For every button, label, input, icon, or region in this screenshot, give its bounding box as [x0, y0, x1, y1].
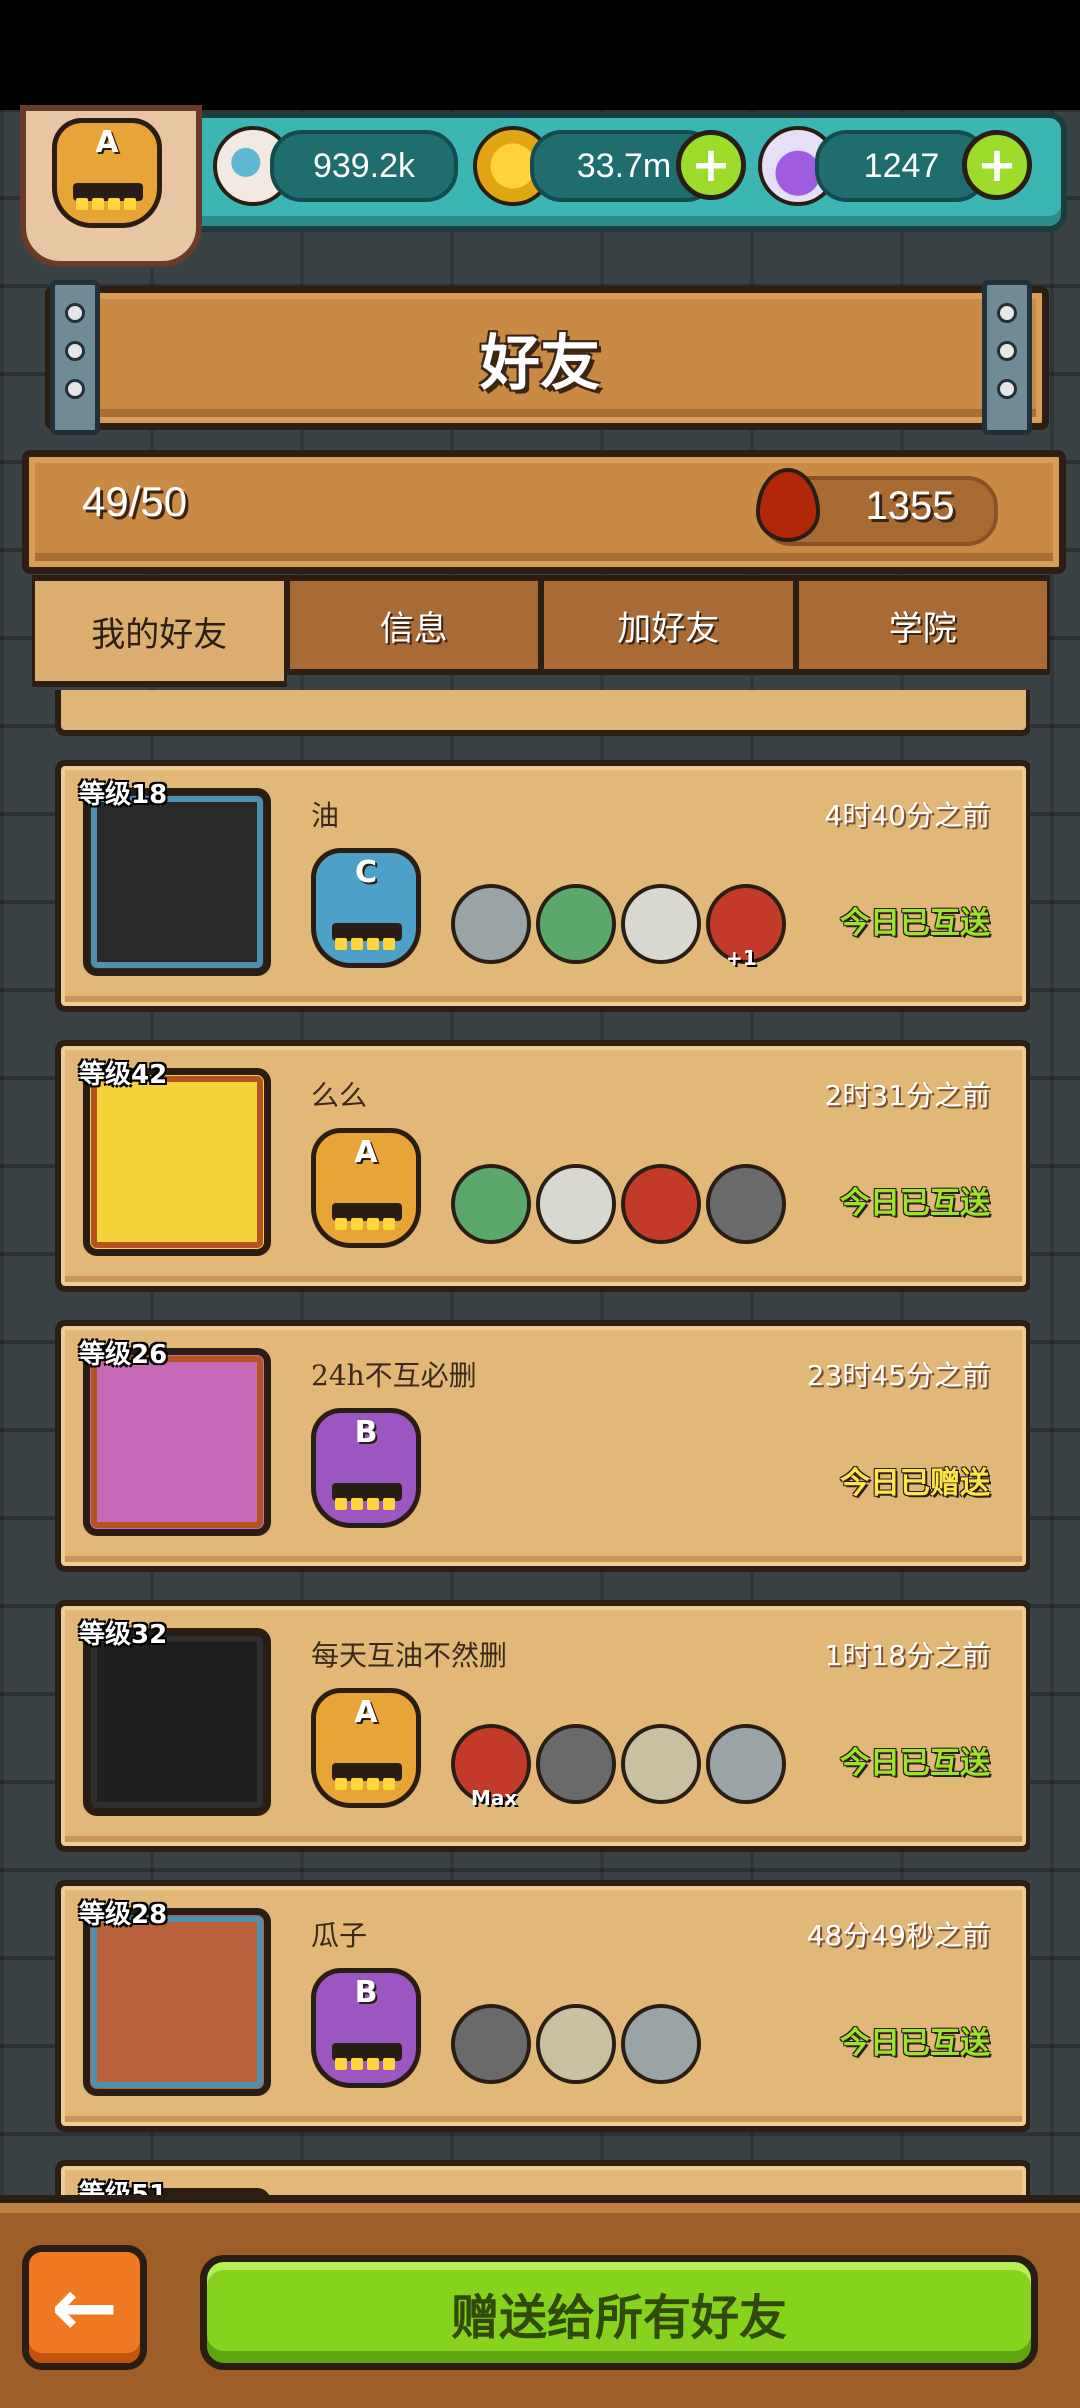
- friend-name: 每天互油不然删: [311, 1639, 508, 1672]
- friend-avatar[interactable]: [83, 1628, 271, 1816]
- tree-monster-icon: [621, 1724, 701, 1804]
- friend-rank-badge: C: [311, 848, 421, 968]
- friend-level: 等级26: [79, 1340, 168, 1370]
- tab-academy[interactable]: 学院: [795, 575, 1050, 675]
- player-rank-icon: A: [52, 118, 162, 228]
- tab-add-friend[interactable]: 加好友: [541, 575, 796, 675]
- ufo-monster-icon: [621, 1164, 701, 1244]
- friend-card[interactable]: 等级32 每天互油不然删 1时18分之前今日已互送 A Max: [55, 1600, 1030, 1852]
- friend-rank-badge: A: [311, 1128, 421, 1248]
- tab-messages[interactable]: 信息: [286, 575, 541, 675]
- page-title: 好友: [480, 328, 600, 399]
- friend-rank-badge: B: [311, 1408, 421, 1528]
- gift-status: 今日已赠送: [840, 1466, 990, 1501]
- friend-count: 49/50: [82, 478, 188, 525]
- robot-monster-icon: [451, 1164, 531, 1244]
- status-bar: [0, 0, 1080, 110]
- tab-my-friends[interactable]: 我的好友: [32, 575, 287, 687]
- rank-progress-bar: [332, 1483, 402, 1510]
- rank-progress-bar: [332, 1763, 402, 1790]
- friend-list[interactable]: 等级18 油 4时40分之前 今日已互送 C +1 等级42 么么 2时31分之前 今日已互送 A 等…: [55, 690, 1030, 2210]
- clown-monster-icon: [536, 1724, 616, 1804]
- friend-last-active: 1时18分之前: [824, 1639, 990, 1672]
- friend-rank-badge: A: [311, 1688, 421, 1808]
- friend-last-active: 48分49秒之前: [806, 1919, 990, 1952]
- eyeball-count: 939.2k: [312, 146, 416, 185]
- friend-name: 么么: [311, 1079, 368, 1112]
- friend-card[interactable]: 等级28 瓜子 48分49秒之前今日已互送 B: [55, 1880, 1030, 2132]
- friend-last-active: 4时40分之前: [824, 799, 990, 832]
- potion-count: 1247: [863, 146, 940, 185]
- add-potions-button[interactable]: +: [962, 130, 1032, 200]
- gift-status: 今日已互送: [840, 1746, 990, 1781]
- friend-level: 等级42: [79, 1060, 168, 1090]
- tab-bar: 我的好友 信息 加好友 学院: [32, 575, 1050, 687]
- friend-level: 等级32: [79, 1620, 168, 1650]
- dark-tree-monster-icon: [706, 1724, 786, 1804]
- coin-count: 33.7m: [576, 146, 672, 185]
- eyeball-counter: 939.2k: [270, 130, 458, 202]
- list-item-partial: [55, 690, 1030, 736]
- rank-progress-bar: [332, 2043, 402, 2070]
- back-button[interactable]: ←: [22, 2245, 147, 2370]
- friend-last-active: 2时31分之前: [824, 1079, 990, 1112]
- rank-progress-bar: [332, 923, 402, 950]
- gift-status: 今日已互送: [840, 906, 990, 941]
- horned-monster-icon: [451, 884, 531, 964]
- plus-icon: +: [690, 137, 732, 193]
- friend-avatar[interactable]: [83, 1068, 271, 1256]
- gift-status: 今日已互送: [840, 2026, 990, 2061]
- friend-name: 24h不互必删: [311, 1359, 477, 1392]
- cloud-monster-icon: [706, 1164, 786, 1244]
- friend-avatar[interactable]: [83, 788, 271, 976]
- moon-monster-icon: [621, 884, 701, 964]
- friend-level: 等级18: [79, 780, 168, 810]
- friend-rank-badge: B: [311, 1968, 421, 2088]
- monster-tag: +1: [726, 946, 757, 970]
- gift-all-friends-button[interactable]: 赠送给所有好友: [200, 2255, 1038, 2370]
- dark-machine-monster-icon: [536, 2004, 616, 2084]
- friend-avatar[interactable]: [83, 1908, 271, 2096]
- back-arrow-icon: ←: [50, 2261, 119, 2354]
- pufferfish-monster-icon: [451, 2004, 531, 2084]
- rank-progress-bar: [332, 1203, 402, 1230]
- gift-status: 今日已互送: [840, 1186, 990, 1221]
- dragon-monster-icon: [536, 884, 616, 964]
- friend-card[interactable]: 等级18 油 4时40分之前今日已互送 C +1: [55, 760, 1030, 1012]
- plus-icon: +: [976, 137, 1018, 193]
- friend-avatar[interactable]: [83, 1348, 271, 1536]
- gift-all-label: 赠送给所有好友: [450, 2289, 787, 2346]
- ufo-monster-icon: [621, 2004, 701, 2084]
- pufferfish-monster-icon: [536, 1164, 616, 1244]
- friend-name: 油: [311, 799, 340, 832]
- friend-name: 瓜子: [311, 1919, 368, 1952]
- friend-last-active: 23时45分之前: [806, 1359, 990, 1392]
- friend-card[interactable]: 等级42 么么 2时31分之前今日已互送 A: [55, 1040, 1030, 1292]
- blood-count: 1355: [865, 484, 955, 528]
- friend-card[interactable]: 等级26 24h不互必删 23时45分之前今日已赠送 B: [55, 1320, 1030, 1572]
- monster-tag: Max: [471, 1786, 518, 1810]
- add-coins-button[interactable]: +: [676, 130, 746, 200]
- friend-level: 等级28: [79, 1900, 168, 1930]
- rank-progress-bar: [73, 183, 143, 210]
